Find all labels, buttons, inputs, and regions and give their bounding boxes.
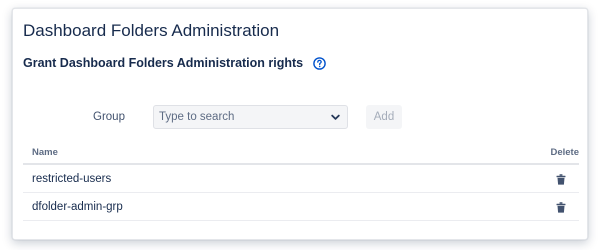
add-button[interactable]: Add: [366, 105, 402, 129]
trash-icon: [556, 201, 566, 213]
admin-panel: Dashboard Folders Administration Grant D…: [12, 8, 588, 240]
table-header: Name Delete: [23, 142, 579, 165]
group-name-cell: dfolder-admin-grp: [32, 201, 123, 213]
column-header-delete: Delete: [550, 147, 579, 158]
trash-icon: [556, 173, 566, 185]
page-title: Dashboard Folders Administration: [23, 21, 280, 40]
group-name-cell: restricted-users: [32, 173, 112, 185]
delete-button[interactable]: [554, 172, 568, 186]
groups-table: Name Delete restricted-users dfolder-adm…: [23, 142, 579, 221]
group-select[interactable]: Type to search: [153, 105, 348, 129]
column-header-name: Name: [32, 147, 58, 158]
table-row: restricted-users: [23, 165, 579, 193]
chevron-down-icon: [331, 114, 340, 120]
delete-button[interactable]: [554, 200, 568, 214]
group-label: Group: [93, 111, 125, 123]
table-row: dfolder-admin-grp: [23, 193, 579, 221]
group-select-placeholder: Type to search: [159, 111, 235, 123]
section-header: Grant Dashboard Folders Administration r…: [23, 56, 326, 70]
grant-form: Group Type to search Add: [13, 105, 587, 131]
section-title: Grant Dashboard Folders Administration r…: [23, 56, 304, 70]
help-circle-icon[interactable]: [313, 56, 326, 70]
